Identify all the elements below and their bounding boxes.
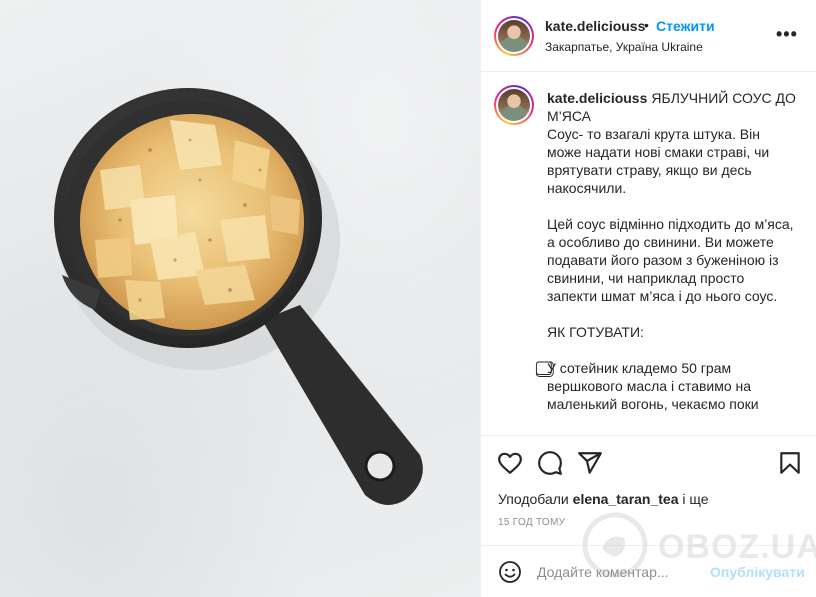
post-location[interactable]: Закарпатье, Україна Ukraine [545,40,703,54]
post-actions: Уподобали elena_taran_tea і ще 15 ГОД ТО… [481,435,816,545]
likes-summary: Уподобали elena_taran_tea і ще [498,491,709,507]
bookmark-icon[interactable] [777,450,803,476]
emoji-icon[interactable] [498,560,522,584]
more-options-icon[interactable]: ••• [776,24,800,48]
separator-dot: • [644,17,649,33]
caption-body: ЯБЛУЧНИЙ СОУС ДО М’ЯСА Соус- то взагалі … [547,90,796,412]
saucepan-with-applesauce-image [54,88,423,505]
caption-avatar[interactable] [494,85,534,125]
comment-input[interactable] [537,561,715,583]
heart-icon[interactable] [497,450,523,476]
follow-button[interactable]: Стежити [656,18,715,34]
post-header: kate.deliciouss • Стежити Закарпатье, Ук… [481,0,816,72]
likes-suffix[interactable]: і ще [682,491,708,507]
avatar[interactable] [494,16,534,56]
author-username[interactable]: kate.deliciouss [545,18,645,34]
caption-username[interactable]: kate.deliciouss [547,90,647,106]
likes-prefix: Уподобали [498,491,569,507]
post-timestamp[interactable]: 15 ГОД ТОМУ [498,517,565,528]
caption-text: kate.deliciouss ЯБЛУЧНИЙ СОУС ДО М’ЯСА Со… [547,89,797,413]
post-side-panel: kate.deliciouss • Стежити Закарпатье, Ук… [480,0,816,597]
caption-area[interactable]: kate.deliciouss ЯБЛУЧНИЙ СОУС ДО М’ЯСА Со… [481,73,816,435]
comment-icon[interactable] [537,450,563,476]
comment-bar: Опублікувати [481,545,816,597]
post-photo[interactable] [0,0,480,597]
publish-comment-button[interactable]: Опублікувати [710,564,805,580]
liked-by-user[interactable]: elena_taran_tea [573,491,679,507]
share-icon[interactable] [577,450,603,476]
